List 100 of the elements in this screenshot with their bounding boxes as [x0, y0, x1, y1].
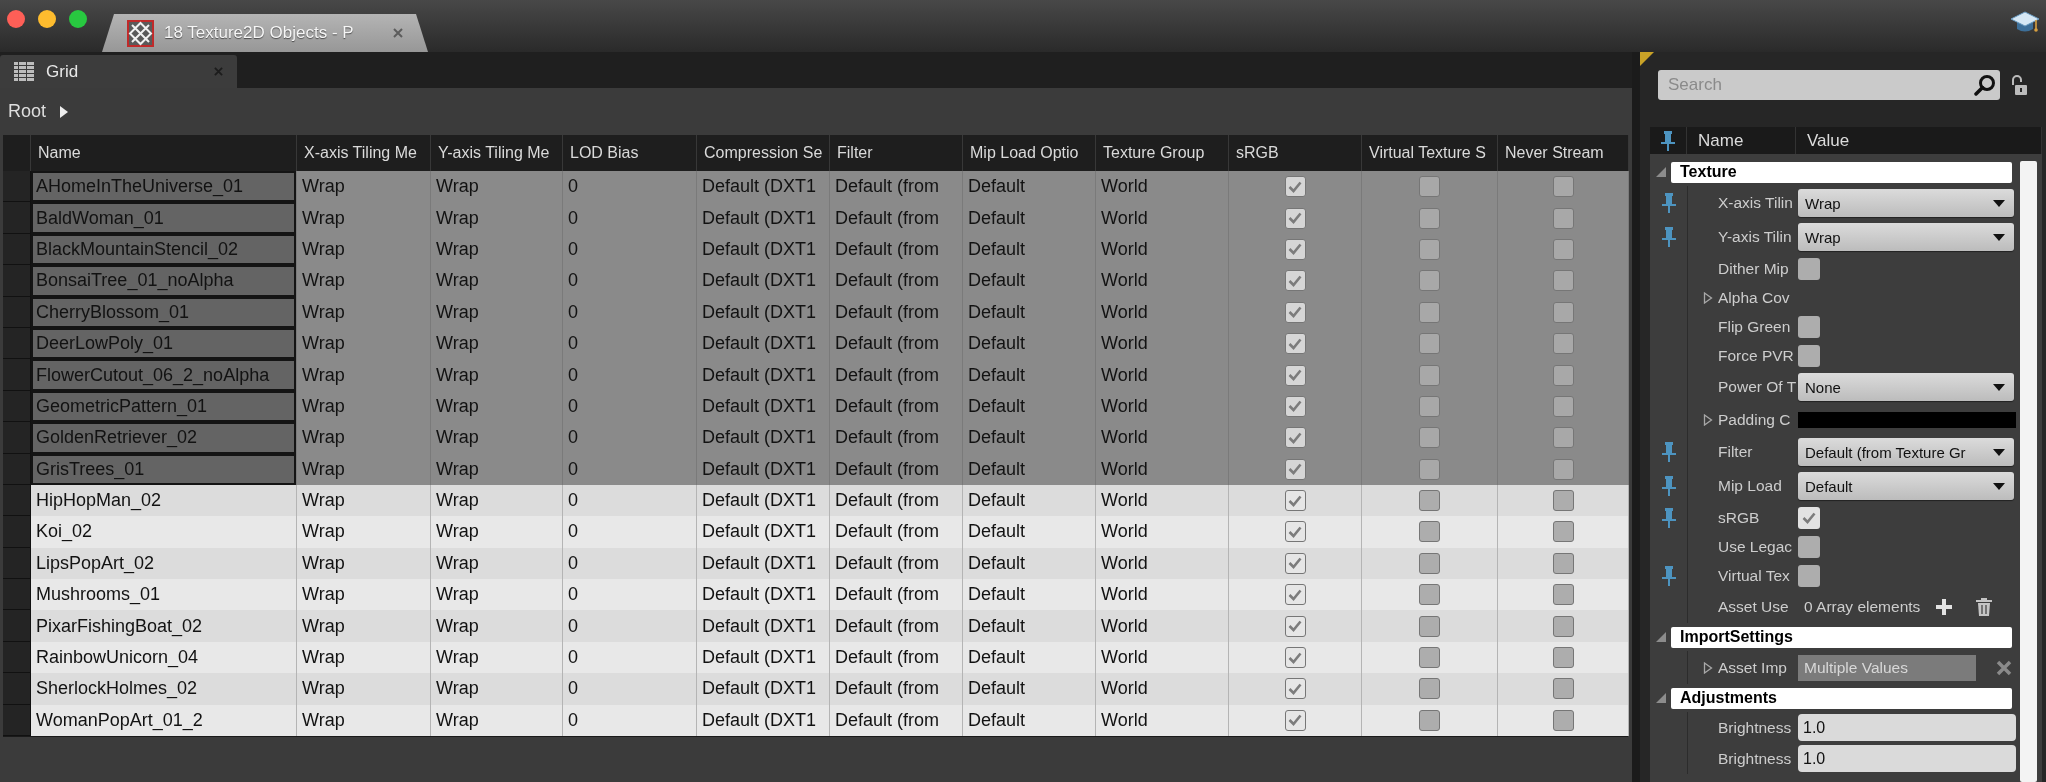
table-row[interactable]: GeometricPattern_01 Wrap Wrap 0 Default (DXT1 Default (from Default World	[3, 390, 1628, 423]
pin-icon[interactable]	[1660, 476, 1677, 496]
table-row[interactable]: BaldWoman_01 Wrap Wrap 0 Default (DXT1 Default (from Default World	[3, 202, 1628, 234]
row-handle[interactable]	[3, 547, 31, 580]
window-zoom-button[interactable]	[69, 10, 87, 28]
pin-icon[interactable]	[1660, 227, 1677, 247]
checkbox[interactable]	[1284, 490, 1306, 512]
checkbox[interactable]	[1284, 584, 1306, 606]
category-header[interactable]: Texture	[1671, 161, 2012, 183]
row-handle[interactable]	[3, 484, 31, 517]
row-handle[interactable]	[3, 641, 31, 674]
row-handle[interactable]	[3, 610, 31, 642]
close-icon[interactable]	[1996, 659, 2012, 676]
checkbox[interactable]	[1552, 333, 1574, 355]
checkbox[interactable]	[1419, 521, 1440, 543]
caret-icon[interactable]	[1703, 413, 1713, 426]
table-row[interactable]: GrisTrees_01 Wrap Wrap 0 Default (DXT1 Default (from Default World	[3, 453, 1628, 485]
table-row[interactable]: FlowerCutout_06_2_noAlpha Wrap Wrap 0 Default (DXT1 Default (from Default World	[3, 359, 1628, 391]
checkbox[interactable]	[1552, 709, 1574, 731]
checkbox[interactable]	[1419, 647, 1440, 669]
checkbox[interactable]	[1552, 647, 1574, 669]
table-row[interactable]: RainbowUnicorn_04 Wrap Wrap 0 Default (DXT1 Default (from Default World	[3, 641, 1628, 674]
checkbox[interactable]	[1419, 678, 1440, 700]
search-field[interactable]: Search	[1658, 70, 2000, 100]
checkbox[interactable]	[1419, 458, 1440, 480]
checkbox[interactable]	[1552, 615, 1574, 637]
checkbox[interactable]	[1552, 521, 1574, 543]
checkbox[interactable]	[1419, 176, 1440, 198]
checkbox[interactable]	[1798, 506, 1820, 529]
table-row[interactable]: AHomeInTheUniverse_01 Wrap Wrap 0 Default (DXT1 Default (from Default World	[3, 171, 1628, 203]
scrollbar[interactable]	[2020, 161, 2037, 782]
checkbox[interactable]	[1284, 333, 1306, 355]
number-field[interactable]: 1.0	[1798, 745, 2016, 772]
row-handle[interactable]	[3, 390, 31, 423]
table-row[interactable]: PixarFishingBoat_02 Wrap Wrap 0 Default (DXT1 Default (from Default World	[3, 610, 1628, 642]
trash-icon[interactable]	[1976, 597, 1992, 616]
checkbox[interactable]	[1552, 238, 1574, 260]
panel-tab[interactable]: Grid	[0, 55, 237, 88]
checkbox[interactable]	[1419, 552, 1440, 574]
row-handle[interactable]	[3, 233, 31, 266]
table-row[interactable]: CherryBlossom_01 Wrap Wrap 0 Default (DXT1 Default (from Default World	[3, 296, 1628, 328]
table-row[interactable]: Koi_02 Wrap Wrap 0 Default (DXT1 Default (from Default World	[3, 516, 1628, 548]
checkbox[interactable]	[1284, 238, 1306, 260]
checkbox[interactable]	[1284, 364, 1306, 386]
number-field[interactable]: 1.0	[1798, 714, 2016, 741]
checkbox[interactable]	[1419, 333, 1440, 355]
search-icon[interactable]	[1974, 74, 1996, 96]
checkbox[interactable]	[1798, 535, 1820, 558]
checkbox[interactable]	[1284, 427, 1306, 449]
row-handle[interactable]	[3, 579, 31, 611]
dropdown[interactable]: Wrap	[1798, 189, 2014, 217]
row-handle[interactable]	[3, 327, 31, 360]
checkbox[interactable]	[1284, 458, 1306, 480]
row-handle[interactable]	[3, 202, 31, 234]
checkbox[interactable]	[1552, 490, 1574, 512]
row-handle[interactable]	[3, 171, 31, 203]
row-handle[interactable]	[3, 516, 31, 548]
checkbox[interactable]	[1552, 584, 1574, 606]
category-header[interactable]: Adjustments	[1671, 687, 2012, 709]
breadcrumb-item[interactable]: Root	[8, 101, 47, 122]
checkbox[interactable]	[1798, 315, 1820, 338]
table-row[interactable]: SherlockHolmes_02 Wrap Wrap 0 Default (DXT1 Default (from Default World	[3, 673, 1628, 705]
pin-icon[interactable]	[1660, 565, 1677, 586]
checkbox[interactable]	[1552, 552, 1574, 574]
window-close-button[interactable]	[7, 10, 25, 28]
checkbox[interactable]	[1284, 521, 1306, 543]
table-row[interactable]: HipHopMan_02 Wrap Wrap 0 Default (DXT1 Default (from Default World	[3, 484, 1628, 517]
checkbox[interactable]	[1284, 678, 1306, 700]
row-handle[interactable]	[3, 704, 31, 737]
table-row[interactable]: BlackMountainStencil_02 Wrap Wrap 0 Default (DXT1 Default (from Default World	[3, 233, 1628, 266]
caret-icon[interactable]	[60, 105, 69, 118]
checkbox[interactable]	[1552, 395, 1574, 417]
table-row[interactable]: Mushrooms_01 Wrap Wrap 0 Default (DXT1 Default (from Default World	[3, 579, 1628, 611]
plus-icon[interactable]	[1936, 598, 1952, 615]
checkbox[interactable]	[1284, 270, 1306, 292]
category-header[interactable]: ImportSettings	[1671, 626, 2012, 648]
checkbox[interactable]	[1552, 270, 1574, 292]
checkbox[interactable]	[1284, 395, 1306, 417]
checkbox[interactable]	[1552, 678, 1574, 700]
dropdown[interactable]: Default (from Texture Gr	[1798, 438, 2014, 466]
row-handle[interactable]	[3, 422, 31, 454]
checkbox[interactable]	[1798, 344, 1820, 367]
row-handle[interactable]	[3, 265, 31, 297]
color-swatch[interactable]	[1798, 411, 2016, 428]
checkbox[interactable]	[1284, 615, 1306, 637]
checkbox[interactable]	[1552, 364, 1574, 386]
row-handle[interactable]	[3, 453, 31, 485]
row-handle[interactable]	[3, 673, 31, 705]
dropdown[interactable]: Default	[1798, 472, 2014, 500]
checkbox[interactable]	[1798, 564, 1820, 587]
checkbox[interactable]	[1419, 584, 1440, 606]
checkbox[interactable]	[1798, 257, 1820, 280]
checkbox[interactable]	[1419, 615, 1440, 637]
table-row[interactable]: GoldenRetriever_02 Wrap Wrap 0 Default (DXT1 Default (from Default World	[3, 422, 1628, 454]
checkbox[interactable]	[1419, 270, 1440, 292]
close-icon[interactable]	[393, 28, 403, 38]
checkbox[interactable]	[1419, 395, 1440, 417]
checkbox[interactable]	[1552, 207, 1574, 229]
checkbox[interactable]	[1552, 427, 1574, 449]
row-handle[interactable]	[3, 296, 31, 328]
